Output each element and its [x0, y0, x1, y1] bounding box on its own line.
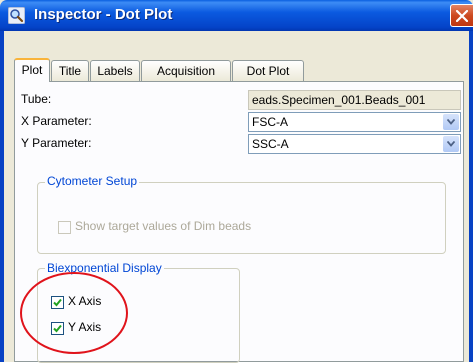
chevron-down-icon — [447, 119, 455, 125]
show-target-checkbox[interactable] — [58, 221, 71, 234]
title-bar[interactable]: Inspector - Dot Plot — [0, 0, 473, 31]
window-border-right — [469, 31, 473, 362]
close-icon — [456, 10, 468, 22]
inspector-window: Inspector - Dot Plot Plot Title Labels A… — [0, 0, 473, 363]
magnifier-icon — [7, 6, 26, 25]
dropdown-button[interactable] — [443, 114, 459, 130]
dropdown-button[interactable] — [443, 136, 459, 152]
x-parameter-dropdown[interactable]: FSC-A — [248, 112, 461, 132]
tube-label: Tube: — [21, 92, 52, 106]
show-target-label: Show target values of Dim beads — [75, 219, 252, 233]
window-border-left — [0, 31, 4, 362]
window-title: Inspector - Dot Plot — [34, 6, 173, 23]
close-button[interactable] — [450, 4, 473, 27]
cytometer-setup-group — [37, 182, 446, 254]
x-parameter-label: X Parameter: — [21, 114, 92, 128]
tab-title[interactable]: Title — [51, 60, 89, 81]
y-parameter-value: SSC-A — [252, 137, 289, 151]
cytometer-setup-title: Cytometer Setup — [45, 174, 140, 188]
y-parameter-dropdown[interactable]: SSC-A — [248, 134, 461, 154]
tab-labels[interactable]: Labels — [90, 60, 140, 81]
tab-dot-plot[interactable]: Dot Plot — [232, 60, 304, 81]
y-parameter-label: Y Parameter: — [21, 136, 92, 150]
tab-plot[interactable]: Plot — [14, 58, 50, 82]
chevron-down-icon — [447, 141, 455, 147]
annotation-circle — [20, 272, 128, 354]
tube-field: eads.Specimen_001.Beads_001 — [248, 90, 461, 110]
tab-acquisition[interactable]: Acquisition — [141, 60, 231, 81]
x-parameter-value: FSC-A — [252, 115, 288, 129]
